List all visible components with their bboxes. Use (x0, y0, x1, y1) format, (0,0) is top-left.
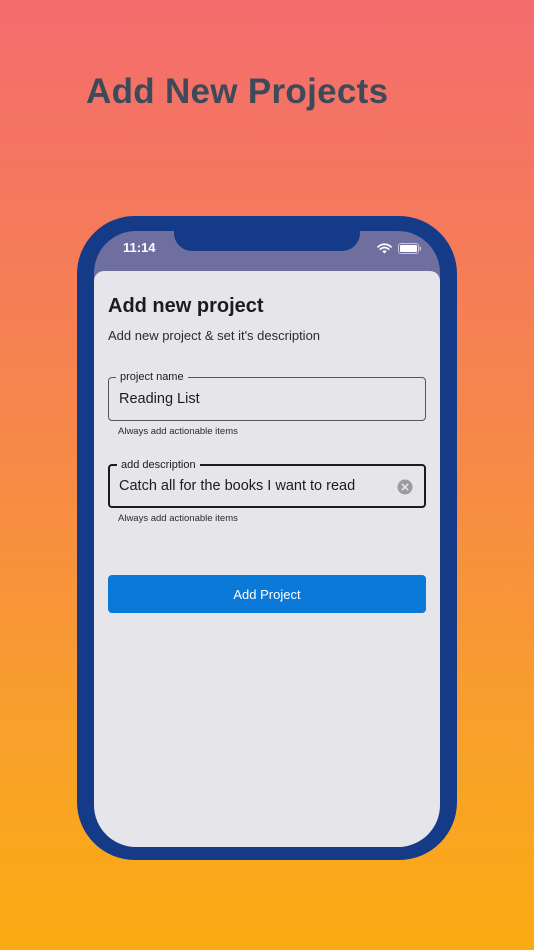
project-name-value[interactable]: Reading List (119, 391, 200, 407)
description-label: add description (117, 458, 200, 472)
project-name-helper: Always add actionable items (118, 426, 238, 437)
description-value[interactable]: Catch all for the books I want to read (119, 478, 355, 494)
status-icons (377, 241, 422, 259)
status-time: 11:14 (123, 240, 156, 255)
promo-headline: Add New Projects (86, 72, 389, 111)
battery-icon (398, 241, 422, 259)
sheet-title: Add new project (108, 295, 264, 317)
phone-screen: 11:14 Add new project Add new project & … (94, 231, 440, 847)
wifi-icon (377, 241, 392, 259)
add-project-sheet: Add new project Add new project & set it… (94, 271, 440, 847)
clear-circle-icon[interactable] (397, 479, 413, 495)
sheet-subtitle: Add new project & set it's description (108, 328, 321, 343)
project-name-field[interactable]: project name Reading List (108, 370, 426, 421)
description-helper: Always add actionable items (118, 513, 238, 524)
add-project-button[interactable]: Add Project (108, 575, 426, 613)
description-field[interactable]: add description Catch all for the books … (108, 458, 426, 508)
phone-frame: 11:14 Add new project Add new project & … (77, 216, 457, 860)
project-name-label: project name (116, 370, 188, 384)
phone-notch (174, 231, 360, 251)
